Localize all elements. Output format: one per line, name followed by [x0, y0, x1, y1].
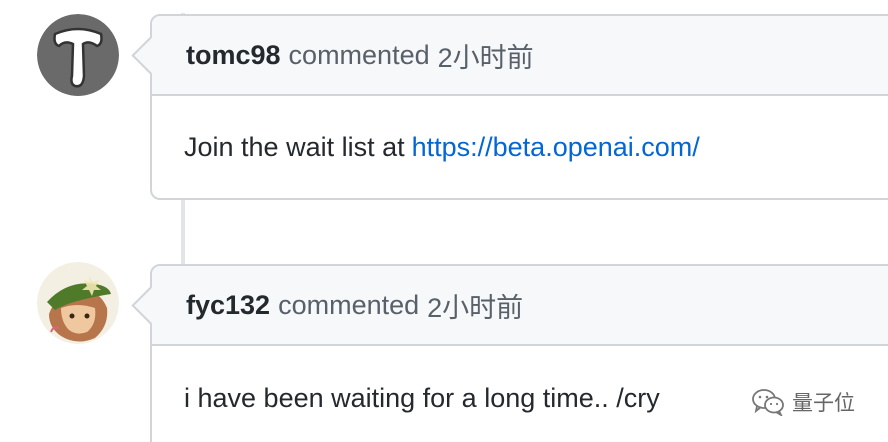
watermark: 量子位	[751, 387, 855, 417]
comment-body: Join the wait list at https://beta.opena…	[152, 96, 888, 198]
comment-timestamp[interactable]: 2小时前	[438, 36, 534, 75]
comment-body-link[interactable]: https://beta.openai.com/	[412, 132, 700, 163]
comment-author[interactable]: tomc98	[186, 40, 281, 71]
avatar-fyc132[interactable]	[37, 262, 119, 344]
avatar-fyc132-image	[37, 262, 119, 344]
comment-body-text: Join the wait list at	[184, 131, 405, 162]
comment-card: tomc98 commented 2小时前 Join the wait list…	[131, 14, 888, 200]
comment-header: fyc132 commented 2小时前	[131, 266, 888, 346]
avatar-tomc98-image	[37, 14, 119, 96]
avatar-tomc98[interactable]	[37, 14, 119, 96]
comment-timestamp[interactable]: 2小时前	[427, 286, 523, 325]
watermark-text: 量子位	[792, 392, 855, 415]
wechat-icon	[752, 389, 784, 416]
comment-author[interactable]: fyc132	[186, 290, 270, 321]
comment-action: commented	[278, 289, 420, 320]
comment-header: tomc98 commented 2小时前	[131, 16, 888, 96]
comment-body-text: i have been waiting for a long time.. /c…	[184, 382, 660, 413]
comment-action: commented	[288, 39, 430, 70]
